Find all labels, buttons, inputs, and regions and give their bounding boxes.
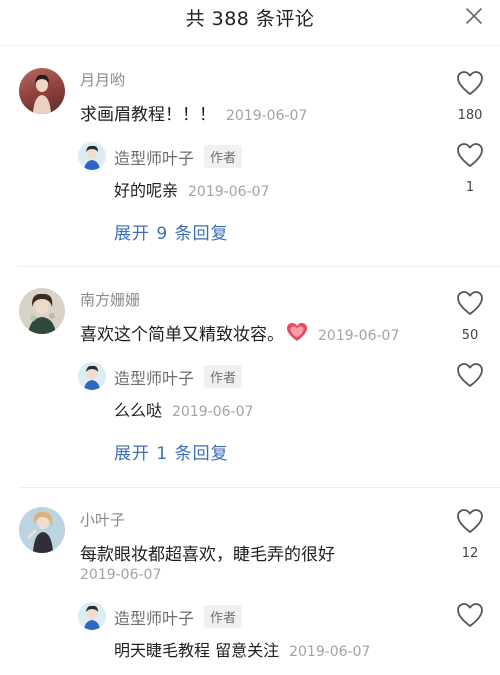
reply-username: 造型师叶子 作者 [114, 605, 243, 629]
comment-thread: 小叶子 每款眼妆都超喜欢，睫毛弄的很好 2019-06-07 12 造型师叶子作… [0, 0, 500, 675]
heart-outline-icon [457, 509, 483, 533]
reply-author-name[interactable]: 造型师叶子 [114, 609, 194, 628]
reply-date: 2019-06-07 [289, 644, 371, 660]
heart-outline-icon [457, 603, 483, 627]
comment-date: 2019-06-07 [80, 567, 162, 583]
author-avatar-photo [84, 605, 100, 630]
comment-username[interactable]: 小叶子 [80, 509, 125, 530]
comment-text: 每款眼妆都超喜欢，睫毛弄的很好 [80, 545, 335, 565]
author-badge: 作者 [204, 605, 243, 628]
avatar-photo [19, 507, 65, 553]
reply-text: 明天睫毛教程 留意关注 2019-06-07 [114, 637, 370, 661]
like-button[interactable]: 12 [454, 508, 486, 561]
author-avatar[interactable] [78, 602, 106, 630]
reply-body: 明天睫毛教程 留意关注 [114, 641, 280, 660]
reply-like-button[interactable] [454, 602, 486, 628]
avatar[interactable] [19, 507, 65, 553]
like-count: 12 [461, 546, 479, 561]
